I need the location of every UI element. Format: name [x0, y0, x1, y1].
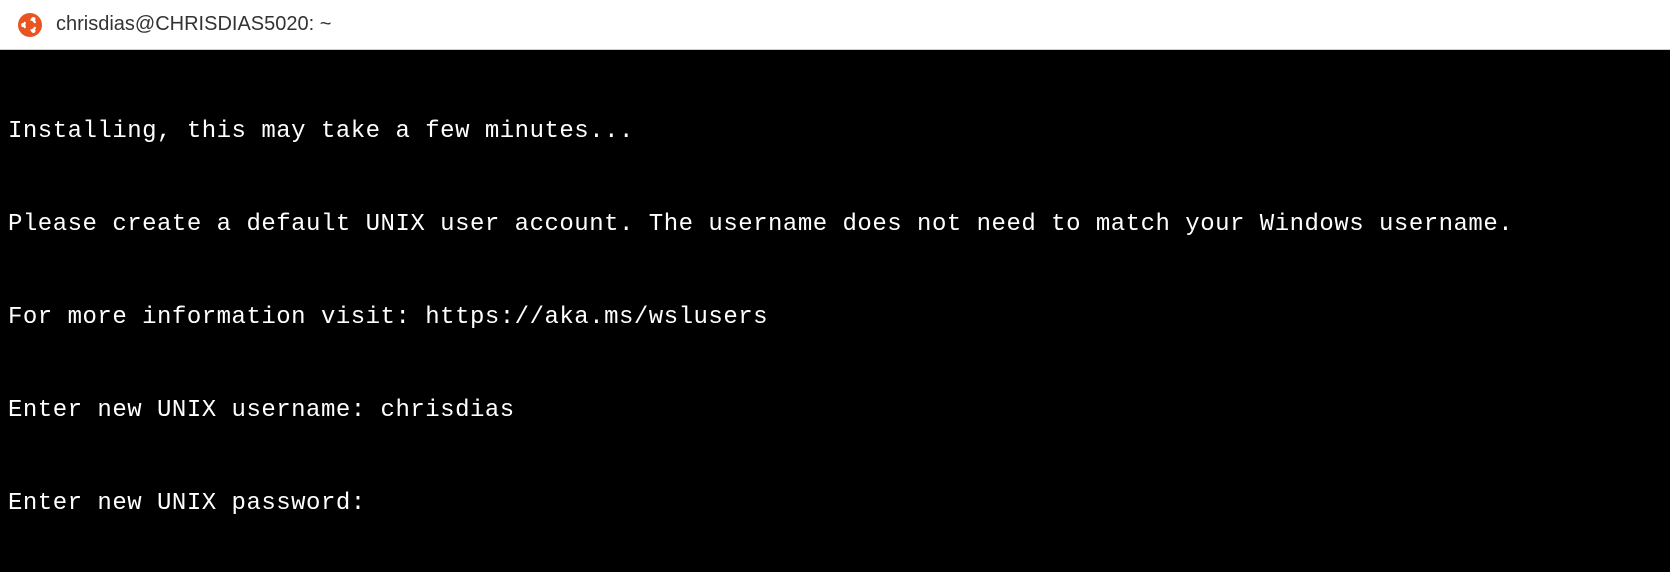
terminal-output-line: For more information visit: https://aka.… — [8, 302, 1662, 333]
terminal-window: chrisdias@CHRISDIAS5020: ~ Installing, t… — [0, 0, 1670, 572]
window-title: chrisdias@CHRISDIAS5020: ~ — [56, 13, 331, 36]
terminal-output-line: Enter new UNIX password: — [8, 488, 1662, 519]
terminal-output-line: Enter new UNIX username: chrisdias — [8, 395, 1662, 426]
terminal-output-line: Installing, this may take a few minutes.… — [8, 116, 1662, 147]
terminal-body[interactable]: Installing, this may take a few minutes.… — [0, 50, 1670, 572]
title-bar[interactable]: chrisdias@CHRISDIAS5020: ~ — [0, 0, 1670, 50]
ubuntu-icon — [18, 13, 42, 37]
terminal-output-line: Please create a default UNIX user accoun… — [8, 209, 1662, 240]
